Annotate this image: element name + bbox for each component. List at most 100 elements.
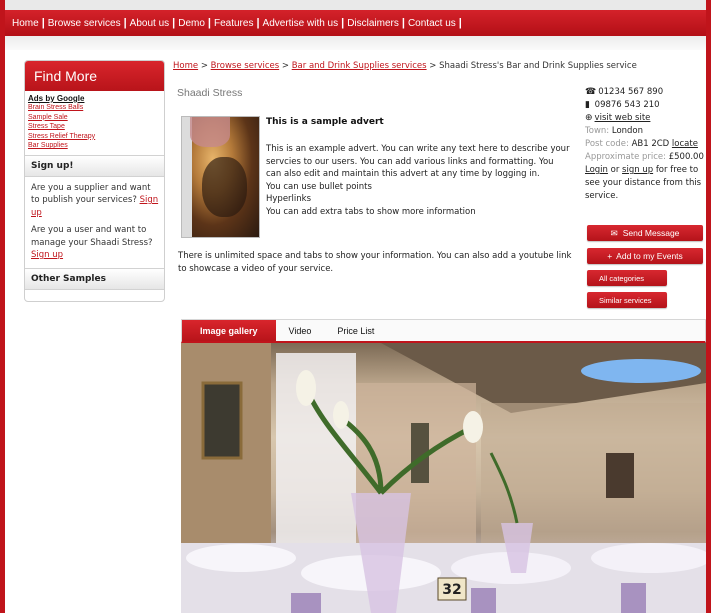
detail-tabs: Image gallery Video Price List: [181, 319, 706, 343]
nav-separator: |: [458, 17, 462, 29]
distance-text: see your distance from this: [585, 178, 702, 188]
send-message-button[interactable]: ✉ Send Message: [587, 225, 703, 241]
nav-separator: |: [256, 17, 260, 29]
calla-lily-flower: [463, 411, 483, 443]
nav-disclaimers[interactable]: Disclaimers: [347, 18, 399, 29]
wall-painting-far: [606, 453, 634, 498]
find-more-heading: Find More: [25, 61, 164, 91]
distance-text: for free to: [655, 165, 699, 175]
banquet-hall-illustration: 32: [181, 343, 706, 613]
white-curtain: [276, 353, 356, 553]
advert-line: This is an example advert. You can write…: [266, 144, 570, 154]
add-events-label: Add to my Events: [616, 251, 683, 261]
distance-text: service.: [585, 191, 619, 201]
price-label: Approximate price:: [585, 152, 667, 162]
more-info-line: There is unlimited space and tabs to sho…: [178, 251, 572, 261]
tab-image-gallery[interactable]: Image gallery: [182, 320, 276, 341]
nav-about-us[interactable]: About us: [130, 18, 169, 29]
top-navigation: Home | Browse services | About us | Demo | F…: [5, 10, 706, 36]
ads-title[interactable]: Ads by Google: [28, 94, 164, 103]
ad-link[interactable]: Sample Sale: [28, 113, 164, 123]
or-text: or: [610, 165, 620, 175]
user-signup-text: Are you a user and want to manage your S…: [25, 219, 164, 268]
breadcrumb: Home > Browse services > Bar and Drink S…: [173, 61, 637, 71]
top-band: [0, 0, 711, 10]
plus-icon: +: [607, 251, 613, 261]
google-ads: Ads by Google Brain Stress Balls Sample …: [25, 91, 164, 151]
signup-heading: Sign up!: [25, 154, 164, 177]
nav-contact-us[interactable]: Contact us: [408, 18, 456, 29]
more-info-text: There is unlimited space and tabs to sho…: [178, 250, 578, 275]
right-frame-border: [706, 0, 711, 613]
photo-fabric: [190, 117, 230, 147]
breadcrumb-browse[interactable]: Browse services: [211, 61, 280, 71]
breadcrumb-category[interactable]: Bar and Drink Supplies services: [292, 61, 427, 71]
other-samples-heading[interactable]: Other Samples: [25, 267, 164, 290]
globe-icon: ⊕: [585, 113, 593, 123]
ad-link[interactable]: Stress Relief Therapy: [28, 132, 164, 142]
tab-video[interactable]: Video: [276, 320, 325, 341]
chair-sash: [471, 588, 496, 613]
breadcrumb-separator: >: [281, 61, 289, 71]
right-wall: [481, 403, 706, 543]
phone-icon: ☎: [585, 87, 597, 97]
ceiling-skylight: [581, 359, 701, 383]
supplier-signup-text: Are you a supplier and want to publish y…: [25, 177, 164, 220]
advert-line: servcies to our users. You can add vario…: [266, 156, 554, 167]
table-number-text: 32: [442, 582, 461, 598]
gallery-image[interactable]: 32: [181, 343, 706, 613]
chair-sash: [291, 593, 321, 613]
advert-bullet: You can add extra tabs to show more info…: [266, 206, 476, 217]
advert-line: can also edit and maintain this advert a…: [266, 169, 540, 179]
advert-title: This is a sample advert: [266, 117, 384, 127]
town-label: Town:: [585, 126, 610, 136]
nav-separator: |: [341, 17, 345, 29]
breadcrumb-current: Shaadi Stress's Bar and Drink Supplies s…: [439, 61, 637, 71]
postcode-value: AB1 2CD: [631, 139, 670, 149]
business-name: Shaadi Stress: [177, 87, 243, 99]
nav-browse-services[interactable]: Browse services: [48, 18, 121, 29]
table-cloth: [186, 544, 296, 572]
find-more-sidebar: Find More Ads by Google Brain Stress Bal…: [24, 60, 165, 302]
add-to-events-button[interactable]: + Add to my Events: [587, 248, 703, 264]
nav-advertise[interactable]: Advertise with us: [263, 18, 339, 29]
advert-bullet: Hyperlinks: [266, 194, 312, 204]
user-text: Are you a user and want to manage your S…: [31, 225, 153, 248]
nav-separator: |: [123, 17, 127, 29]
nav-separator: |: [401, 17, 405, 29]
website-link[interactable]: visit web site: [595, 113, 651, 123]
tab-price-list[interactable]: Price List: [324, 320, 387, 341]
calla-lily-flower: [333, 401, 349, 429]
nav-home[interactable]: Home: [12, 18, 39, 29]
ad-link[interactable]: Bar Supplies: [28, 141, 164, 151]
nav-separator: |: [172, 17, 176, 29]
user-signup-link[interactable]: Sign up: [31, 250, 63, 260]
ad-link[interactable]: Brain Stress Balls: [28, 103, 164, 113]
supplier-text: Are you a supplier and want to publish y…: [31, 182, 151, 206]
photo-henna-hand: [202, 157, 247, 217]
mobile-icon: ▮: [585, 100, 590, 110]
send-message-label: Send Message: [622, 228, 680, 238]
ad-link[interactable]: Stress Tape: [28, 122, 164, 132]
price-value: £500.00: [668, 152, 704, 162]
table-cloth: [591, 543, 706, 573]
all-categories-button[interactable]: All categories: [587, 270, 667, 286]
advert-photo[interactable]: [181, 116, 260, 238]
calla-lily-flower: [296, 370, 316, 406]
chair-sash: [621, 583, 646, 613]
more-info-line: to showcase a video of your service.: [178, 263, 334, 274]
login-link[interactable]: Login: [585, 165, 608, 175]
contact-details: ☎ 01234 567 890 ▮ 09876 543 210 ⊕ visit we…: [585, 86, 705, 203]
wall-painting: [201, 381, 243, 460]
locate-link[interactable]: locate: [672, 139, 698, 149]
signup-link[interactable]: sign up: [622, 165, 653, 175]
left-frame-border: [0, 0, 5, 613]
nav-separator: |: [41, 17, 45, 29]
breadcrumb-home[interactable]: Home: [173, 61, 198, 71]
phone-number: 01234 567 890: [598, 87, 664, 97]
nav-separator: |: [207, 17, 211, 29]
nav-features[interactable]: Features: [214, 18, 253, 29]
mobile-number: 09876 543 210: [594, 100, 660, 110]
similar-services-button[interactable]: Similar services: [587, 292, 667, 308]
nav-demo[interactable]: Demo: [178, 18, 205, 29]
